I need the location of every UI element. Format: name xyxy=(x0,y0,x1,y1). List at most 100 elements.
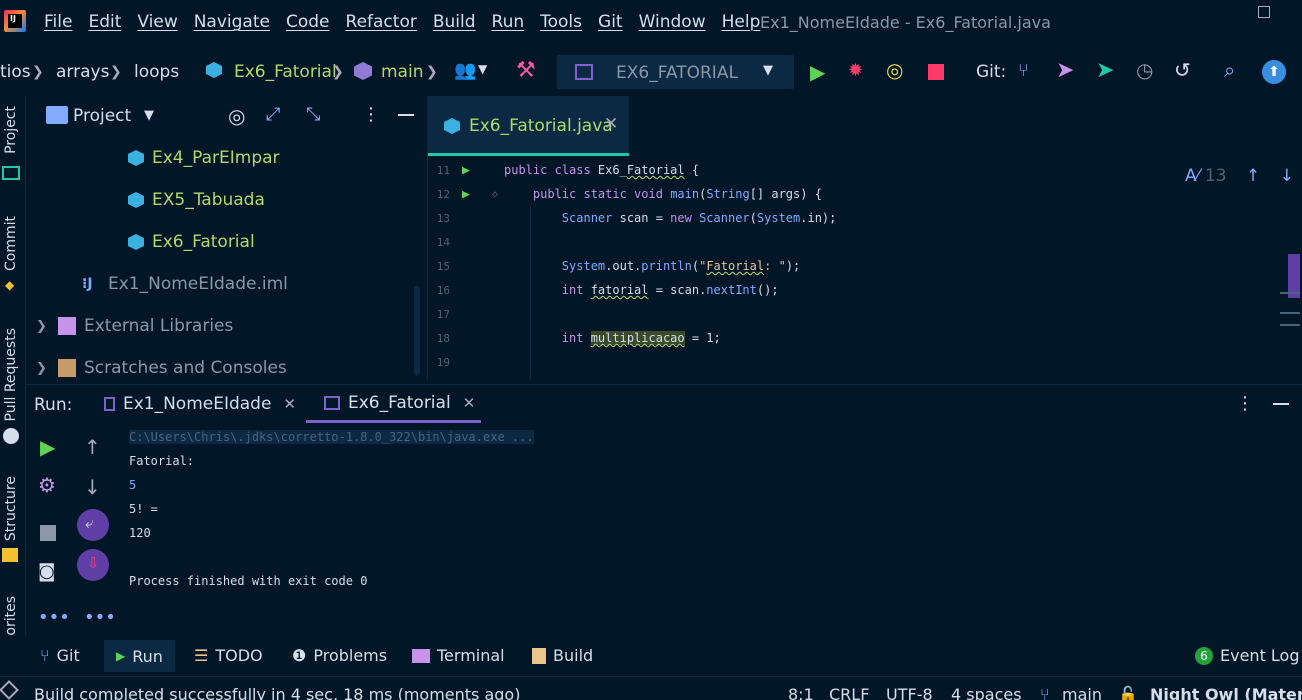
project-panel-title[interactable]: Project xyxy=(73,106,131,126)
build-hammer-icon[interactable]: ⚒ xyxy=(516,58,536,83)
arrow-down-icon[interactable]: ↓ xyxy=(84,475,101,499)
run-with-coverage-icon[interactable]: ◎ xyxy=(886,58,903,82)
menu-git[interactable]: Git xyxy=(598,12,623,32)
run-configuration-select[interactable]: EX6_FATORIAL ▼ xyxy=(557,55,794,89)
line-ending[interactable]: CRLF xyxy=(829,685,869,700)
menu-build[interactable]: Build xyxy=(433,12,476,32)
tool-window-pull-requests[interactable]: Pull Requests xyxy=(3,328,19,421)
code-line[interactable]: 15 System.out.println("Fatorial: "); xyxy=(428,254,1302,278)
menu-code[interactable]: Code xyxy=(286,12,330,32)
tree-item-iml[interactable]: ⁝J Ex1_NomeEIdade.iml xyxy=(82,274,288,294)
tool-button-todo[interactable]: ☰ TODO xyxy=(194,646,263,665)
tool-button-problems[interactable]: ❶ Problems xyxy=(292,646,387,665)
more-icon[interactable]: ••• xyxy=(84,607,116,628)
scroll-to-end-button[interactable]: ⇩ xyxy=(77,549,109,581)
git-branch[interactable]: main xyxy=(1062,685,1102,700)
lock-icon[interactable]: 🔓 xyxy=(1118,685,1138,700)
project-icon[interactable] xyxy=(2,166,20,180)
menu-edit[interactable]: Edit xyxy=(88,12,121,32)
menu-navigate[interactable]: Navigate xyxy=(194,12,270,32)
intellij-logo-icon[interactable]: IJ xyxy=(4,10,26,32)
menu-refactor[interactable]: Refactor xyxy=(346,12,417,32)
chevron-right-icon[interactable]: ❯ xyxy=(36,319,58,334)
minimize-icon[interactable] xyxy=(398,114,414,116)
code-line[interactable]: 12 ▶ ◇ public static void main(String[] … xyxy=(428,182,1302,206)
run-gutter-icon[interactable]: ▶ xyxy=(462,163,470,178)
update-icon[interactable]: ⬆ xyxy=(1262,60,1286,84)
history-icon[interactable]: ◷ xyxy=(1136,58,1153,82)
run-tab-ex6[interactable]: Ex6_Fatorial ✕ xyxy=(306,385,481,423)
close-icon[interactable]: ✕ xyxy=(604,114,618,134)
tool-button-git[interactable]: ⑂ Git xyxy=(40,646,80,665)
breadcrumb-item[interactable]: Ex6_Fatorial xyxy=(234,62,337,82)
close-icon[interactable]: ✕ xyxy=(463,394,476,412)
tool-button-build[interactable]: Build xyxy=(532,646,593,665)
maximize-icon[interactable] xyxy=(1258,6,1270,18)
stop-icon[interactable] xyxy=(40,525,56,541)
code-line[interactable]: 14 xyxy=(428,230,1302,254)
indent-setting[interactable]: 4 spaces xyxy=(951,685,1022,700)
chevron-down-icon[interactable]: ▼ xyxy=(478,62,487,76)
theme-name[interactable]: Night Owl (Material) xyxy=(1150,685,1302,700)
tree-item-ex5[interactable]: EX5_Tabuada xyxy=(128,190,265,210)
chevron-down-icon[interactable]: ▼ xyxy=(144,108,154,123)
run-tab-ex1[interactable]: Ex1_NomeEIdade ✕ xyxy=(96,385,296,423)
menu-view[interactable]: View xyxy=(137,12,177,32)
menu-file[interactable]: File xyxy=(44,12,72,32)
camera-icon[interactable]: ◙ xyxy=(38,561,55,582)
arrow-up-icon[interactable]: ↑ xyxy=(84,435,101,459)
menu-run[interactable]: Run xyxy=(492,12,525,32)
settings-gear-icon[interactable]: ⚙ xyxy=(38,473,56,497)
tool-window-project[interactable]: Project xyxy=(3,106,19,154)
editor-tab-ex6[interactable]: Ex6_Fatorial.java ✕ xyxy=(428,96,629,156)
menu-window[interactable]: Window xyxy=(639,12,706,32)
tool-window-structure[interactable]: Structure xyxy=(3,476,19,541)
tree-item-ex4[interactable]: Ex4_ParEImpar xyxy=(128,148,280,168)
soft-wrap-button[interactable]: ⤶ xyxy=(77,509,109,541)
code-line[interactable]: 19 xyxy=(428,350,1302,374)
breadcrumb-item[interactable]: tios xyxy=(0,62,31,82)
run-gutter-icon[interactable]: ▶ xyxy=(462,187,470,202)
minimize-icon[interactable] xyxy=(1273,403,1289,405)
git-commit-icon[interactable]: ➤ xyxy=(1096,58,1114,83)
cursor-position[interactable]: 8:1 xyxy=(788,685,814,700)
menu-help[interactable]: Help xyxy=(722,12,761,32)
stop-icon[interactable] xyxy=(928,64,944,80)
code-line[interactable]: 16 int fatorial = scan.nextInt(); xyxy=(428,278,1302,302)
rollback-icon[interactable]: ↺ xyxy=(1174,58,1191,82)
code-line[interactable]: 17 xyxy=(428,302,1302,326)
options-icon[interactable]: ⋮ xyxy=(362,104,380,125)
git-branches-icon[interactable]: ⑂ xyxy=(1018,60,1029,81)
fold-icon[interactable]: ◇ xyxy=(492,189,498,200)
tool-button-run[interactable]: ▶ Run xyxy=(104,640,175,672)
breadcrumb-item[interactable]: main xyxy=(381,62,423,82)
status-message[interactable]: Build completed successfully in 4 sec, 1… xyxy=(34,685,520,700)
tool-window-commit[interactable]: Commit xyxy=(3,216,19,271)
chevron-right-icon[interactable]: ❯ xyxy=(36,361,58,376)
git-push-icon[interactable]: ➤ xyxy=(1056,58,1074,83)
code-line[interactable]: 11 ▶ public class Ex6_Fatorial { xyxy=(428,158,1302,182)
rerun-icon[interactable]: ▶ xyxy=(40,435,55,459)
tool-button-terminal[interactable]: Terminal xyxy=(412,646,505,665)
debug-icon[interactable]: ✹ xyxy=(848,60,863,81)
menu-tools[interactable]: Tools xyxy=(540,12,582,32)
options-icon[interactable]: ⋮ xyxy=(1236,393,1254,414)
run-icon[interactable]: ▶ xyxy=(810,60,825,84)
code-line[interactable]: 18 int multiplicacao = 1; xyxy=(428,326,1302,350)
breadcrumb-item[interactable]: loops xyxy=(134,62,179,82)
breadcrumb-item[interactable]: arrays xyxy=(56,62,109,82)
scrollbar[interactable] xyxy=(414,286,420,376)
file-encoding[interactable]: UTF-8 xyxy=(886,685,933,700)
tree-item-external-libraries[interactable]: ❯ External Libraries xyxy=(36,316,233,336)
collapse-all-icon[interactable]: ⤡ xyxy=(306,104,320,125)
event-log-button[interactable]: 6 Event Log xyxy=(1195,646,1300,665)
search-icon[interactable]: ⌕ xyxy=(1224,58,1235,82)
code-line[interactable]: 13 Scanner scan = new Scanner(System.in)… xyxy=(428,206,1302,230)
close-icon[interactable]: ✕ xyxy=(283,395,296,413)
locate-icon[interactable]: ◎ xyxy=(228,104,245,128)
expand-all-icon[interactable]: ⤢ xyxy=(266,104,280,125)
tool-window-favorites[interactable]: orites xyxy=(3,596,19,636)
more-icon[interactable]: ••• xyxy=(38,607,70,628)
tree-item-ex6[interactable]: Ex6_Fatorial xyxy=(128,232,255,252)
users-icon[interactable]: 👥 xyxy=(454,60,476,81)
